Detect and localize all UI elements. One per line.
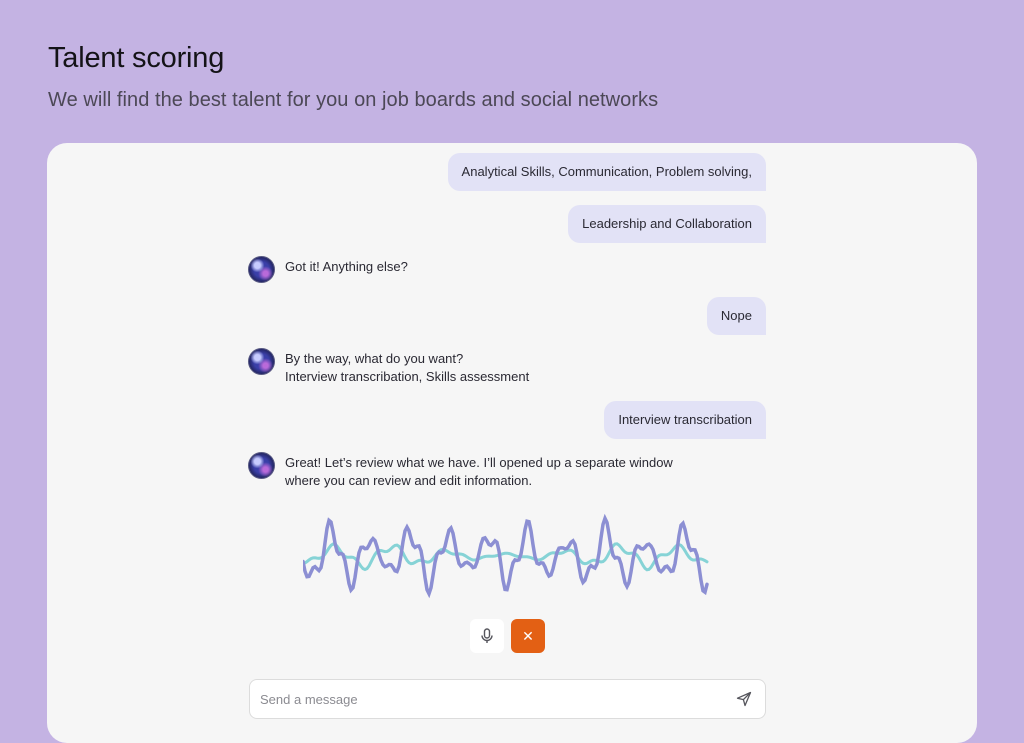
assistant-avatar xyxy=(248,452,275,479)
voice-controls: ✕ xyxy=(470,619,545,653)
stop-recording-button[interactable]: ✕ xyxy=(511,619,545,653)
close-icon: ✕ xyxy=(522,627,534,644)
user-message: Leadership and Collaboration xyxy=(568,205,766,243)
page-subtitle: We will find the best talent for you on … xyxy=(48,89,659,111)
user-message-text: Leadership and Collaboration xyxy=(582,216,752,231)
assistant-avatar xyxy=(248,256,275,283)
microphone-button[interactable] xyxy=(470,619,504,653)
waveform-primary xyxy=(303,513,709,599)
voice-waveform xyxy=(303,513,709,599)
bot-message-text: By the way, what do you want? Interview … xyxy=(285,350,529,386)
assistant-avatar xyxy=(248,348,275,375)
message-composer xyxy=(249,679,766,719)
user-message-text: Interview transcribation xyxy=(618,412,752,427)
bot-message-text: Got it! Anything else? xyxy=(285,258,408,276)
user-message: Nope xyxy=(706,297,766,335)
user-message: Analytical Skills, Communication, Proble… xyxy=(447,153,766,191)
microphone-icon xyxy=(481,628,493,643)
bot-message-line: By the way, what do you want? xyxy=(285,351,464,366)
send-button[interactable] xyxy=(734,689,754,709)
bot-message: By the way, what do you want? Interview … xyxy=(248,348,529,386)
bot-message-line: Great! Let’s review what we have. I’ll o… xyxy=(285,455,673,470)
bot-message: Got it! Anything else? xyxy=(248,256,408,283)
user-message-text: Analytical Skills, Communication, Proble… xyxy=(461,164,752,179)
user-message: Interview transcribation xyxy=(604,401,766,439)
bot-message-line: where you can review and edit informatio… xyxy=(285,473,533,488)
send-icon xyxy=(736,691,752,707)
bot-message-line: Got it! Anything else? xyxy=(285,259,408,274)
user-message-text: Nope xyxy=(720,308,752,323)
bot-message-text: Great! Let’s review what we have. I’ll o… xyxy=(285,454,673,490)
page-header: Talent scoring We will find the best tal… xyxy=(48,42,658,112)
page-title: Talent scoring xyxy=(48,42,225,74)
bot-message-line: Interview transcribation, Skills assessm… xyxy=(285,369,530,384)
bot-message: Great! Let’s review what we have. I’ll o… xyxy=(248,452,673,490)
chat-panel: Analytical Skills, Communication, Proble… xyxy=(47,143,977,743)
message-input[interactable] xyxy=(260,691,734,707)
